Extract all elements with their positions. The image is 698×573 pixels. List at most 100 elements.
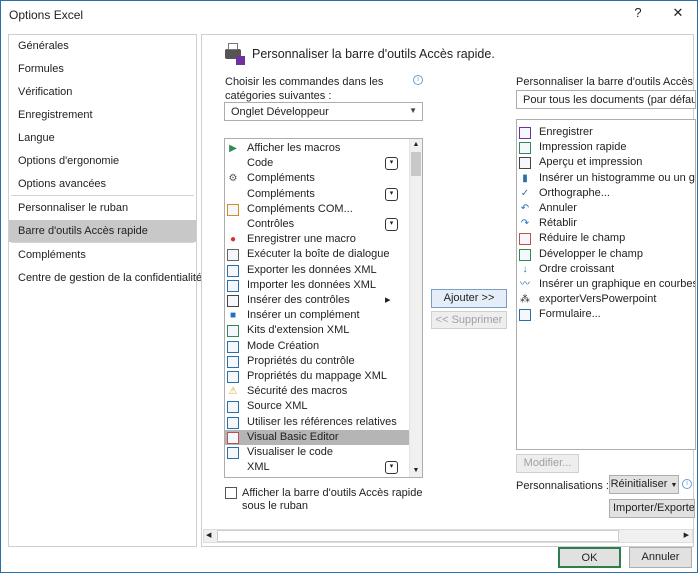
help-button[interactable]: ? <box>628 5 648 23</box>
scroll-left-icon[interactable]: ◀ <box>206 531 211 539</box>
toolbar-item[interactable]: Développer le champ <box>517 247 695 262</box>
form-icon <box>519 309 531 322</box>
command-item[interactable]: Source XML <box>225 399 409 414</box>
scroll-thumb[interactable] <box>411 152 421 176</box>
show-below-ribbon-label[interactable]: Afficher la barre d'outils Accès rapide s… <box>242 487 422 513</box>
command-item[interactable]: Code ▾ <box>225 156 409 171</box>
category-dropdown[interactable]: Onglet Développeur ▼ <box>224 102 423 121</box>
sidebar-item[interactable]: Options d'ergonomie <box>9 150 196 172</box>
toolbar-item[interactable]: ↶ Annuler <box>517 201 695 216</box>
command-item-label: Insérer un complément <box>247 309 360 322</box>
scroll-down-icon[interactable]: ▼ <box>410 465 422 477</box>
sidebar-item[interactable]: Vérification <box>9 81 196 103</box>
sidebar-item[interactable]: Centre de gestion de la confidentialité <box>9 267 202 289</box>
commands-list[interactable]: ▶ Afficher les macros Code ▾ ⚙ Compléments Com… <box>224 138 423 478</box>
scroll-up-icon[interactable]: ▲ <box>410 139 422 151</box>
sidebar-item[interactable]: Personnaliser le ruban <box>9 197 196 219</box>
scroll-right-icon[interactable]: ▶ <box>684 531 689 539</box>
toolbar-item[interactable]: Impression rapide <box>517 140 695 155</box>
ok-button[interactable]: OK <box>558 547 621 568</box>
close-button[interactable]: ✕ <box>668 5 688 23</box>
command-item-label: Visual Basic Editor <box>247 430 339 443</box>
org-chart-icon: ⁂ <box>520 294 530 306</box>
submenu-icon: ▾ <box>385 157 398 171</box>
com-addin-icon <box>227 203 239 216</box>
toolbar-item[interactable]: ✓ Orthographe... <box>517 186 695 201</box>
toolbar-item[interactable]: 〰 Insérer un graphique en courbes ou en a… <box>517 277 695 292</box>
command-item[interactable]: ⚙ Compléments <box>225 171 409 186</box>
command-item-label: XML <box>247 461 270 474</box>
command-item-label: Exécuter la boîte de dialogue <box>247 248 390 261</box>
submenu-arrow-icon: ▸ <box>385 294 391 306</box>
scope-dropdown[interactable]: Pour tous les documents (par défaut) <box>516 90 696 109</box>
info-icon[interactable]: i <box>413 75 423 85</box>
command-item[interactable]: Kits d'extension XML <box>225 323 409 338</box>
toolbar-item[interactable]: ↓ Ordre croissant <box>517 262 695 277</box>
xml-kit-icon <box>227 325 239 338</box>
reset-dropdown-button[interactable]: Réinitialiser ▼ <box>609 475 679 494</box>
command-item[interactable]: Insérer des contrôles ▸ <box>225 293 409 308</box>
command-item-label: Mode Création <box>247 339 320 352</box>
import-export-button[interactable]: Importer/Exporter <box>609 499 695 518</box>
toolbar-item[interactable]: ▮ Insérer un histogramme ou un graphique … <box>517 171 695 186</box>
toolbar-item[interactable]: Aperçu et impression <box>517 155 695 170</box>
sidebar-divider <box>11 195 194 196</box>
submenu-icon: ▾ <box>385 461 398 475</box>
relative-ref-icon <box>227 416 239 429</box>
command-item[interactable]: Visual Basic Editor <box>225 429 409 445</box>
command-item[interactable]: Importer les données XML <box>225 278 409 293</box>
sidebar-item[interactable]: Enregistrement <box>9 104 196 126</box>
sidebar-item[interactable]: Compléments <box>9 244 196 266</box>
sidebar-item[interactable]: Barre d'outils Accès rapide <box>9 220 196 242</box>
toolbar-item-label: Rétablir <box>539 217 577 230</box>
command-item[interactable]: ■ Insérer un complément <box>225 308 409 323</box>
command-item[interactable]: Mode Création <box>225 339 409 354</box>
command-item[interactable]: ● Enregistrer une macro <box>225 232 409 247</box>
sidebar-item[interactable]: Formules <box>9 58 196 80</box>
scroll-thumb[interactable] <box>217 530 619 542</box>
toolbar-item[interactable]: Réduire le champ <box>517 231 695 246</box>
toolbar-item[interactable]: Enregistrer <box>517 125 695 140</box>
command-item-label: Enregistrer une macro <box>247 233 356 246</box>
remove-button[interactable]: << Supprimer <box>431 311 507 329</box>
command-item[interactable]: Visualiser le code <box>225 445 409 460</box>
command-item-label: Sécurité des macros <box>247 385 348 398</box>
show-below-ribbon-checkbox[interactable] <box>225 487 237 499</box>
line-chart-icon: 〰 <box>520 279 530 290</box>
command-item[interactable]: Propriétés du contrôle <box>225 354 409 369</box>
main-panel: Personnaliser la barre d'outils Accès ra… <box>201 34 696 547</box>
sidebar-item[interactable]: Générales <box>9 35 196 57</box>
commands-scrollbar[interactable]: ▲ ▼ <box>409 139 422 477</box>
cancel-button[interactable]: Annuler <box>629 547 692 568</box>
toolbar-item-label: Annuler <box>539 202 577 214</box>
command-item[interactable]: Compléments ▾ <box>225 187 409 202</box>
command-item-label: Propriétés du mappage XML <box>247 370 388 382</box>
command-item[interactable]: Exporter les données XML <box>225 263 409 278</box>
toolbar-item-label: exporterVersPowerpoint <box>539 293 657 306</box>
command-item[interactable]: ⚠ Sécurité des macros <box>225 384 409 399</box>
command-item[interactable]: XML ▾ <box>225 460 409 475</box>
horizontal-scrollbar[interactable]: ◀ ▶ <box>203 529 693 543</box>
customize-toolbar-label: Personnaliser la barre d'outils Accès ra… <box>516 76 694 88</box>
command-item-label: Compléments <box>247 172 315 185</box>
command-item[interactable]: Exécuter la boîte de dialogue <box>225 247 409 262</box>
command-item[interactable]: Propriétés du mappage XML <box>225 369 409 384</box>
sidebar-item[interactable]: Options avancées <box>9 173 196 195</box>
toolbar-commands-list[interactable]: Enregistrer Impression rapide Aperçu et im… <box>516 119 696 450</box>
toolbar-item[interactable]: ↷ Rétablir <box>517 216 695 231</box>
sidebar: Générales Formules Vérification Enregistrem… <box>8 34 202 547</box>
command-item[interactable]: Contrôles ▾ <box>225 217 409 232</box>
toolbar-item[interactable]: Formulaire... <box>517 307 695 322</box>
modify-button[interactable]: Modifier... <box>516 454 579 473</box>
sidebar-item[interactable]: Langue <box>9 127 196 149</box>
info-icon[interactable]: i <box>682 479 692 489</box>
toolbar-item[interactable]: ⁂ exporterVersPowerpoint <box>517 292 695 307</box>
command-item-label: Insérer des contrôles <box>247 294 350 306</box>
command-item[interactable]: Utiliser les références relatives <box>225 415 409 430</box>
undo-icon: ↶ <box>520 203 530 214</box>
toolbar-item-label: Impression rapide <box>539 141 627 154</box>
command-item[interactable]: ▶ Afficher les macros <box>225 141 409 156</box>
add-button[interactable]: Ajouter >> <box>431 289 507 308</box>
command-item[interactable]: Compléments COM... <box>225 202 409 217</box>
view-code-icon <box>227 447 239 459</box>
